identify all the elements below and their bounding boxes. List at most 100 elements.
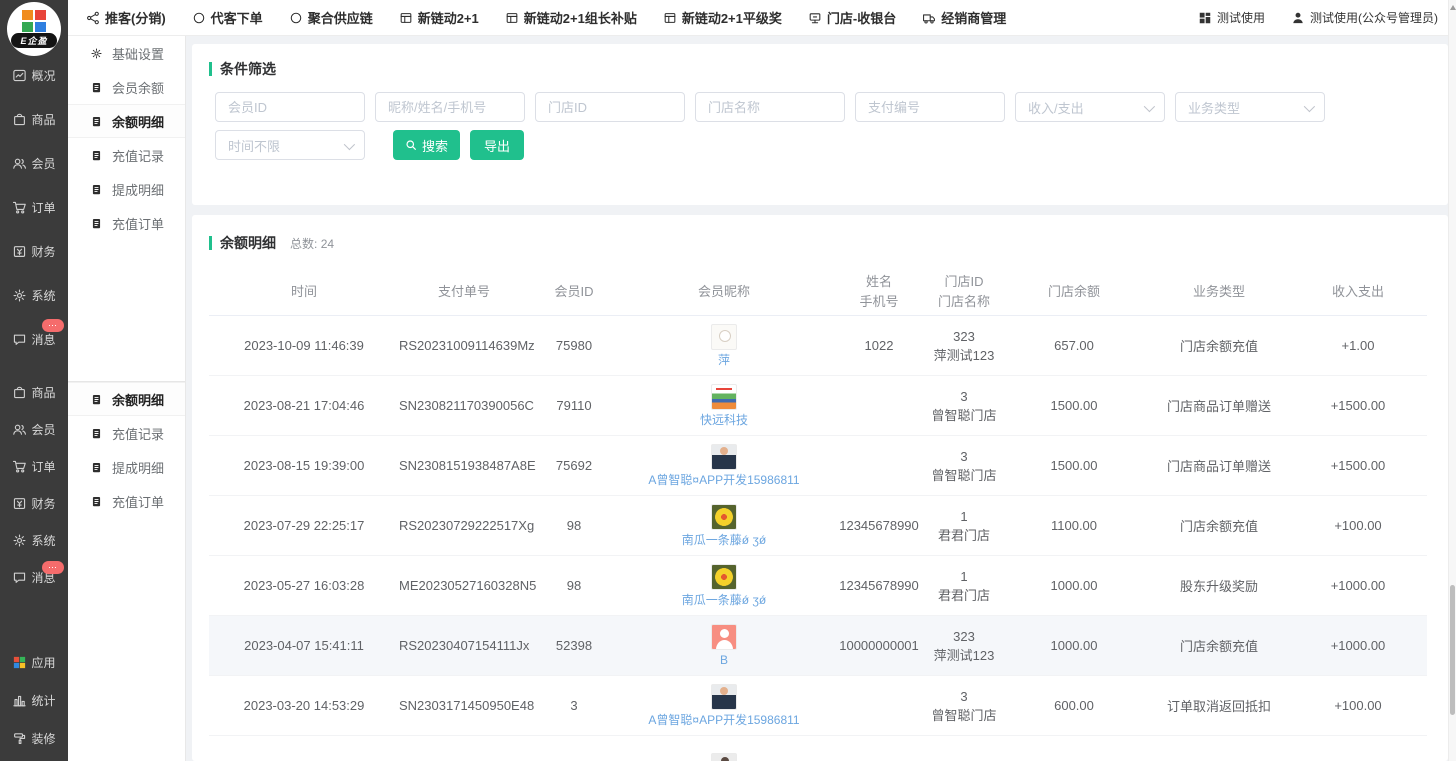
logo-blocks-icon [22,10,46,32]
topnav-item-label: 推客(分销) [105,8,166,27]
scrollbar-up-arrow[interactable] [1450,5,1456,10]
filter-input[interactable] [375,92,525,122]
topnav-item[interactable]: 新链动2+1 [399,8,479,27]
secondary-sidebar: 基础设置会员余额余额明细充值记录提成明细充值订单 余额明细充值记录提成明细充值订… [68,36,186,761]
cell-store: 323萍测试123 [929,327,999,365]
order-icon [12,459,27,474]
submenu-item-提成明细[interactable]: 提成明细 [68,172,185,206]
sidebar-item-消息[interactable]: 消息⋯ [0,559,68,596]
sidebar-item-应用[interactable]: 应用 [0,643,68,681]
sidebar-item-会员[interactable]: 会员 [0,411,68,448]
member-nickname-link[interactable]: 南瓜一条藤ǿ ʒǿ [682,533,767,547]
submenu-item-会员余额[interactable]: 会员余额 [68,70,185,104]
topnav-item[interactable]: 代客下单 [192,8,263,27]
topnav-item[interactable]: 经销商管理 [922,8,1006,27]
topnav-item[interactable]: 门店-收银台 [808,8,896,27]
topbar-right: 测试使用 测试使用(公众号管理员) [1198,9,1438,26]
cell-name-phone: 1022 [829,338,929,353]
submenu-item-余额明细[interactable]: 余额明细 [68,382,185,416]
finance-icon [12,244,27,259]
topnav-item[interactable]: 新链动2+1平级奖 [663,8,782,27]
member-avatar [711,564,737,590]
topnav-item-label: 经销商管理 [941,8,1006,27]
sidebar-item-商品[interactable]: 商品 [0,97,68,141]
sidebar-item-订单[interactable]: 订单 [0,185,68,229]
submenu-item-label: 提成明细 [112,180,164,199]
sidebar-item-系统[interactable]: 系统 [0,522,68,559]
stats-icon [12,693,27,708]
topnav-item[interactable]: 聚合供应链 [289,8,373,27]
filter-row-2: 时间不限 搜索 导出 [215,130,524,160]
sidebar-item-系统[interactable]: 系统 [0,273,68,317]
submenu-item-充值记录[interactable]: 充值记录 [68,138,185,172]
time-range-select[interactable]: 时间不限 [215,130,365,160]
secondary-sidebar-section-2: 余额明细充值记录提成明细充值订单 [68,381,185,518]
filter-input[interactable] [855,92,1005,122]
sidebar-item-会员[interactable]: 会员 [0,141,68,185]
submenu-item-基础设置[interactable]: 基础设置 [68,36,185,70]
cell-store-balance: 1000.00 [999,638,1149,653]
member-avatar [711,324,737,350]
topbar-account-item[interactable]: 测试使用 [1198,9,1265,26]
topnav-item[interactable]: 推客(分销) [86,8,166,27]
search-button[interactable]: 搜索 [393,130,460,160]
filter-input[interactable] [535,92,685,122]
filter-select[interactable]: 业务类型 [1175,92,1325,122]
submenu-item-充值记录[interactable]: 充值记录 [68,416,185,450]
export-button[interactable]: 导出 [470,130,524,160]
member-nickname-link[interactable]: 快远科技 [700,413,748,427]
sidebar-item-label: 统计 [31,692,55,709]
cell-biz-type: 门店余额充值 [1149,636,1289,655]
submenu-item-提成明细[interactable]: 提成明细 [68,450,185,484]
filter-title: 条件筛选 [209,59,276,79]
filter-row-1: 收入/支出 业务类型 [215,92,1325,122]
sidebar-item-消息[interactable]: 消息⋯ [0,317,68,361]
export-button-label: 导出 [484,136,510,155]
member-nickname-link[interactable]: A曾智聪¤APP开发15986811 [648,473,799,487]
cell-store-balance: 1500.00 [999,398,1149,413]
table-row: 2023-05-27 16:03:28ME20230527160328N598南… [209,556,1427,616]
cell-store: 1君君门店 [929,567,999,605]
sidebar-item-财务[interactable]: 财务 [0,485,68,522]
member-nickname-link[interactable]: 南瓜一条藤ǿ ʒǿ [682,593,767,607]
cell-member-id: 98 [529,518,619,533]
submenu-item-余额明细[interactable]: 余额明细 [68,104,185,138]
top-nav: 推客(分销) 代客下单 聚合供应链 新链动2+1 新链动2+1组长补贴 新链动2+1平级奖… [86,8,1006,27]
share-icon [86,11,100,25]
cell-store: 1君君门店 [929,507,999,545]
cell-time: 2023-08-21 17:04:46 [209,398,399,413]
filter-input[interactable] [215,92,365,122]
apps-icon [12,655,27,670]
message-badge: ⋯ [42,319,64,332]
submenu-item-充值订单[interactable]: 充值订单 [68,206,185,240]
scrollbar-thumb[interactable] [1450,585,1455,715]
doc-icon [90,149,103,162]
sidebar-item-订单[interactable]: 订单 [0,448,68,485]
table-row: 3 [209,736,1427,761]
topbar-account-item[interactable]: 测试使用(公众号管理员) [1291,9,1438,26]
member-icon [12,156,27,171]
table-header-cell: 会员ID [529,282,619,302]
doc-icon [90,461,103,474]
submenu-item-充值订单[interactable]: 充值订单 [68,484,185,518]
table-header-cell: 门店余额 [999,282,1149,302]
grid-icon [1198,11,1212,25]
filter-select-value: 收入/支出 [1028,98,1084,117]
topnav-item[interactable]: 新链动2+1组长补贴 [505,8,637,27]
sidebar-item-商品[interactable]: 商品 [0,374,68,411]
member-nickname-link[interactable]: A曾智聪¤APP开发15986811 [648,713,799,727]
sidebar-item-概况[interactable]: 概况 [0,53,68,97]
table-header-cell: 姓名手机号 [829,272,929,312]
sidebar-item-财务[interactable]: 财务 [0,229,68,273]
truck-icon [922,11,936,25]
sidebar-item-装修[interactable]: 装修 [0,719,68,757]
topbar-account-label: 测试使用(公众号管理员) [1310,9,1438,26]
topbar-account-label: 测试使用 [1217,9,1265,26]
filter-select[interactable]: 收入/支出 [1015,92,1165,122]
submenu-item-label: 充值记录 [112,424,164,443]
member-nickname-link[interactable]: 萍 [718,353,730,367]
sidebar-item-统计[interactable]: 统计 [0,681,68,719]
filter-input[interactable] [695,92,845,122]
cell-pay-no: RS20231009114639Mz [399,338,529,353]
member-nickname-link[interactable]: B [720,653,728,667]
